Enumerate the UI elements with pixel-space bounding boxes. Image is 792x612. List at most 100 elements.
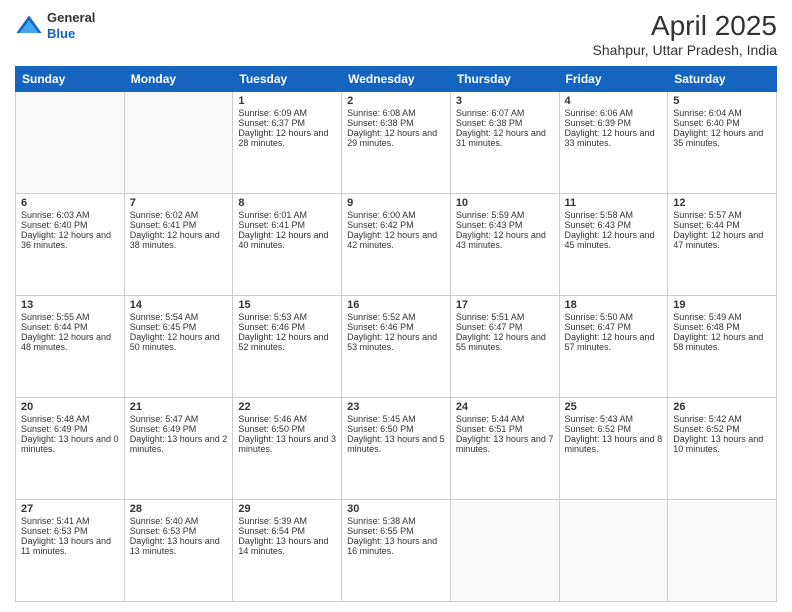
calendar-cell: 17Sunrise: 5:51 AMSunset: 6:47 PMDayligh… (450, 296, 559, 398)
day-number: 19 (673, 299, 771, 311)
cell-text: Sunrise: 6:01 AM (238, 210, 336, 220)
cell-text: Daylight: 12 hours and 35 minutes. (673, 128, 771, 148)
cell-text: Daylight: 13 hours and 14 minutes. (238, 536, 336, 556)
cell-text: Daylight: 12 hours and 45 minutes. (565, 230, 663, 250)
cell-text: Sunset: 6:47 PM (565, 322, 663, 332)
cell-text: Sunset: 6:49 PM (21, 424, 119, 434)
calendar-header-saturday: Saturday (668, 67, 777, 92)
cell-text: Sunset: 6:45 PM (130, 322, 228, 332)
cell-text: Sunset: 6:40 PM (21, 220, 119, 230)
calendar-cell (16, 92, 125, 194)
calendar-cell: 28Sunrise: 5:40 AMSunset: 6:53 PMDayligh… (124, 500, 233, 602)
cell-text: Sunset: 6:44 PM (21, 322, 119, 332)
cell-text: Daylight: 13 hours and 3 minutes. (238, 434, 336, 454)
cell-text: Sunrise: 5:48 AM (21, 414, 119, 424)
calendar-cell: 25Sunrise: 5:43 AMSunset: 6:52 PMDayligh… (559, 398, 668, 500)
cell-text: Sunset: 6:55 PM (347, 526, 445, 536)
cell-text: Sunrise: 5:58 AM (565, 210, 663, 220)
calendar-cell (450, 500, 559, 602)
calendar-cell: 3Sunrise: 6:07 AMSunset: 6:38 PMDaylight… (450, 92, 559, 194)
cell-text: Sunset: 6:53 PM (130, 526, 228, 536)
calendar-header-wednesday: Wednesday (342, 67, 451, 92)
day-number: 1 (238, 95, 336, 107)
cell-text: Sunset: 6:41 PM (130, 220, 228, 230)
calendar-table: SundayMondayTuesdayWednesdayThursdayFrid… (15, 66, 777, 602)
day-number: 27 (21, 503, 119, 515)
cell-text: Sunrise: 6:04 AM (673, 108, 771, 118)
day-number: 23 (347, 401, 445, 413)
cell-text: Sunrise: 5:51 AM (456, 312, 554, 322)
header: General Blue April 2025 Shahpur, Uttar P… (15, 10, 777, 58)
cell-text: Sunset: 6:37 PM (238, 118, 336, 128)
day-number: 4 (565, 95, 663, 107)
calendar-cell: 13Sunrise: 5:55 AMSunset: 6:44 PMDayligh… (16, 296, 125, 398)
day-number: 29 (238, 503, 336, 515)
cell-text: Sunrise: 5:41 AM (21, 516, 119, 526)
cell-text: Daylight: 13 hours and 2 minutes. (130, 434, 228, 454)
calendar-cell: 1Sunrise: 6:09 AMSunset: 6:37 PMDaylight… (233, 92, 342, 194)
cell-text: Daylight: 12 hours and 42 minutes. (347, 230, 445, 250)
day-number: 9 (347, 197, 445, 209)
cell-text: Daylight: 13 hours and 11 minutes. (21, 536, 119, 556)
day-number: 28 (130, 503, 228, 515)
cell-text: Daylight: 13 hours and 7 minutes. (456, 434, 554, 454)
calendar-header-thursday: Thursday (450, 67, 559, 92)
day-number: 22 (238, 401, 336, 413)
cell-text: Sunset: 6:42 PM (347, 220, 445, 230)
calendar-cell: 20Sunrise: 5:48 AMSunset: 6:49 PMDayligh… (16, 398, 125, 500)
main-title: April 2025 (593, 10, 777, 42)
day-number: 30 (347, 503, 445, 515)
cell-text: Daylight: 12 hours and 29 minutes. (347, 128, 445, 148)
cell-text: Sunrise: 5:46 AM (238, 414, 336, 424)
calendar-cell: 6Sunrise: 6:03 AMSunset: 6:40 PMDaylight… (16, 194, 125, 296)
cell-text: Sunset: 6:39 PM (565, 118, 663, 128)
calendar-cell: 16Sunrise: 5:52 AMSunset: 6:46 PMDayligh… (342, 296, 451, 398)
cell-text: Daylight: 13 hours and 10 minutes. (673, 434, 771, 454)
cell-text: Sunrise: 5:53 AM (238, 312, 336, 322)
calendar-header-tuesday: Tuesday (233, 67, 342, 92)
subtitle: Shahpur, Uttar Pradesh, India (593, 42, 777, 58)
calendar-cell: 26Sunrise: 5:42 AMSunset: 6:52 PMDayligh… (668, 398, 777, 500)
cell-text: Sunset: 6:51 PM (456, 424, 554, 434)
cell-text: Daylight: 12 hours and 38 minutes. (130, 230, 228, 250)
cell-text: Daylight: 12 hours and 58 minutes. (673, 332, 771, 352)
cell-text: Daylight: 13 hours and 16 minutes. (347, 536, 445, 556)
cell-text: Sunset: 6:41 PM (238, 220, 336, 230)
calendar-cell: 9Sunrise: 6:00 AMSunset: 6:42 PMDaylight… (342, 194, 451, 296)
title-block: April 2025 Shahpur, Uttar Pradesh, India (593, 10, 777, 58)
calendar-row-1: 6Sunrise: 6:03 AMSunset: 6:40 PMDaylight… (16, 194, 777, 296)
logo: General Blue (15, 10, 95, 41)
calendar-cell: 29Sunrise: 5:39 AMSunset: 6:54 PMDayligh… (233, 500, 342, 602)
calendar-cell: 21Sunrise: 5:47 AMSunset: 6:49 PMDayligh… (124, 398, 233, 500)
day-number: 10 (456, 197, 554, 209)
cell-text: Sunrise: 5:50 AM (565, 312, 663, 322)
cell-text: Sunset: 6:54 PM (238, 526, 336, 536)
cell-text: Sunrise: 5:43 AM (565, 414, 663, 424)
calendar-cell: 12Sunrise: 5:57 AMSunset: 6:44 PMDayligh… (668, 194, 777, 296)
cell-text: Sunrise: 5:45 AM (347, 414, 445, 424)
cell-text: Daylight: 13 hours and 13 minutes. (130, 536, 228, 556)
cell-text: Sunset: 6:40 PM (673, 118, 771, 128)
cell-text: Sunset: 6:53 PM (21, 526, 119, 536)
cell-text: Sunset: 6:52 PM (565, 424, 663, 434)
cell-text: Sunrise: 6:00 AM (347, 210, 445, 220)
calendar-row-0: 1Sunrise: 6:09 AMSunset: 6:37 PMDaylight… (16, 92, 777, 194)
calendar-cell: 14Sunrise: 5:54 AMSunset: 6:45 PMDayligh… (124, 296, 233, 398)
cell-text: Sunset: 6:52 PM (673, 424, 771, 434)
day-number: 7 (130, 197, 228, 209)
calendar-row-2: 13Sunrise: 5:55 AMSunset: 6:44 PM Dayligh… (16, 296, 777, 398)
cell-text: Sunrise: 5:52 AM (347, 312, 445, 322)
calendar-cell: 24Sunrise: 5:44 AMSunset: 6:51 PMDayligh… (450, 398, 559, 500)
day-number: 21 (130, 401, 228, 413)
day-number: 13 (21, 299, 119, 311)
day-number: 8 (238, 197, 336, 209)
cell-text: Sunset: 6:47 PM (456, 322, 554, 332)
day-number: 17 (456, 299, 554, 311)
cell-text: Sunset: 6:49 PM (130, 424, 228, 434)
page: General Blue April 2025 Shahpur, Uttar P… (0, 0, 792, 612)
cell-text: Sunrise: 5:44 AM (456, 414, 554, 424)
day-number: 5 (673, 95, 771, 107)
cell-text: Sunrise: 5:59 AM (456, 210, 554, 220)
cell-text: Daylight: 12 hours and 55 minutes. (456, 332, 554, 352)
cell-text: Sunrise: 5:55 AM (21, 312, 119, 322)
